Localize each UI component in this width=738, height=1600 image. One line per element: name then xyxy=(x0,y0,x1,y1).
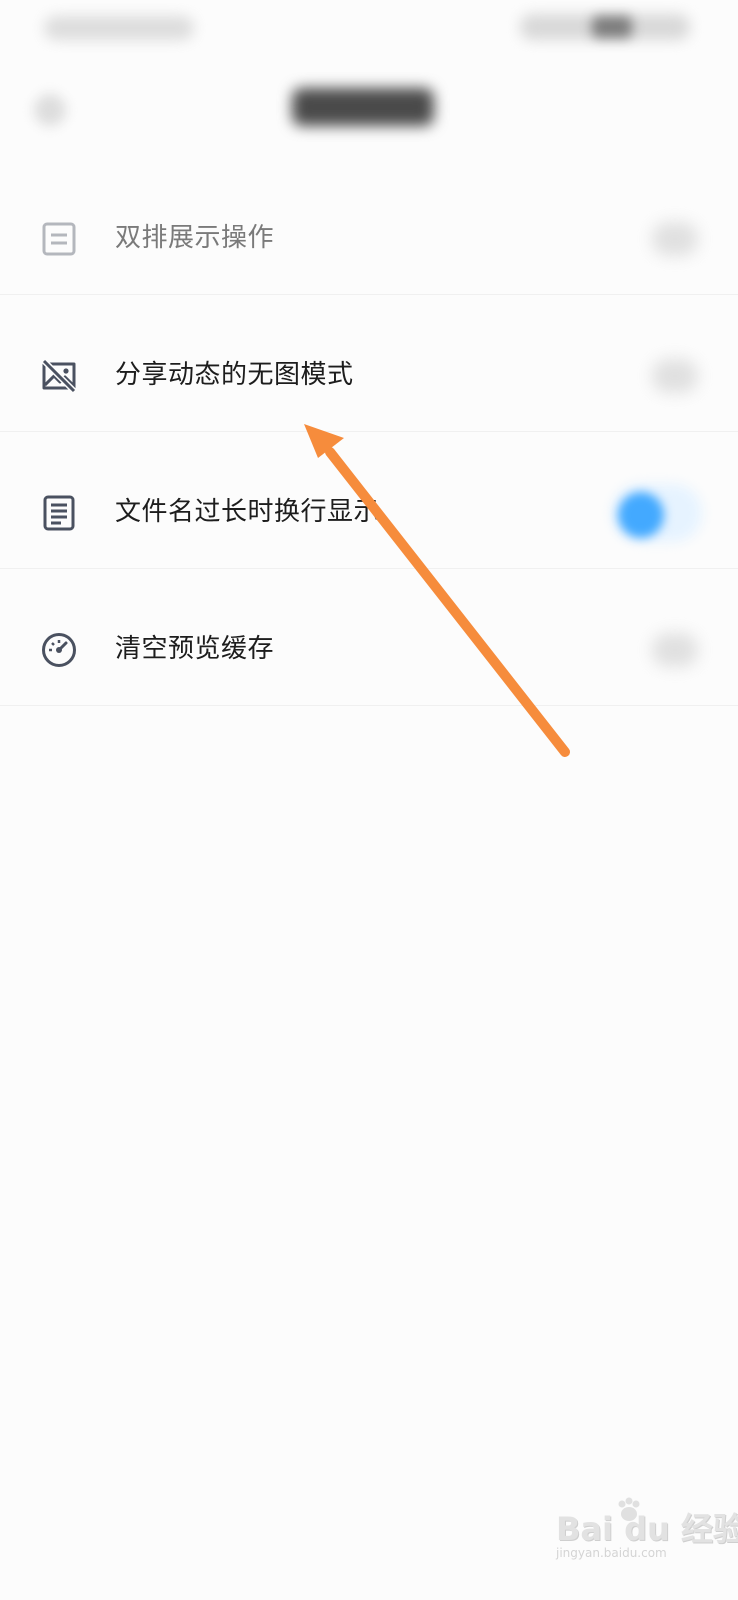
chevron-right-icon xyxy=(652,359,698,393)
setting-label: 清空预览缓存 xyxy=(115,634,275,664)
chevron-right-icon xyxy=(652,222,698,256)
settings-list: 双排展示操作 分享动态的无图模式 文件名过长时换行显示 清空预览缓存 xyxy=(0,180,738,728)
setting-row-clear-cache[interactable]: 清空预览缓存 xyxy=(0,591,738,706)
watermark-url: jingyan.baidu.com xyxy=(556,1546,667,1560)
watermark-logo: Bai du 经验 xyxy=(556,1510,738,1548)
setting-label: 文件名过长时换行显示 xyxy=(115,497,381,527)
chevron-right-icon xyxy=(652,633,698,667)
speedometer-icon xyxy=(40,631,78,669)
paw-icon xyxy=(618,1497,640,1521)
list-doc-icon xyxy=(40,220,78,258)
setting-label: 双排展示操作 xyxy=(115,223,275,253)
app-header xyxy=(0,70,738,150)
setting-row-double-column[interactable]: 双排展示操作 xyxy=(0,180,738,295)
settings-page: 双排展示操作 分享动态的无图模式 文件名过长时换行显示 清空预览缓存 Bai d… xyxy=(0,0,738,1600)
setting-row-no-image-mode[interactable]: 分享动态的无图模式 xyxy=(0,317,738,432)
setting-row-filename-wrap[interactable]: 文件名过长时换行显示 xyxy=(0,454,738,569)
document-lines-icon xyxy=(40,494,78,532)
toggle-knob xyxy=(618,492,664,538)
setting-label: 分享动态的无图模式 xyxy=(115,360,354,390)
status-bar xyxy=(0,0,738,60)
back-icon[interactable] xyxy=(34,94,66,126)
baidu-jingyan-watermark: Bai du 经验 jingyan.baidu.com xyxy=(556,1496,738,1576)
status-time-blurred xyxy=(44,16,194,40)
page-title-blurred xyxy=(292,88,434,126)
no-image-icon xyxy=(40,357,78,395)
battery-icon xyxy=(592,16,632,38)
